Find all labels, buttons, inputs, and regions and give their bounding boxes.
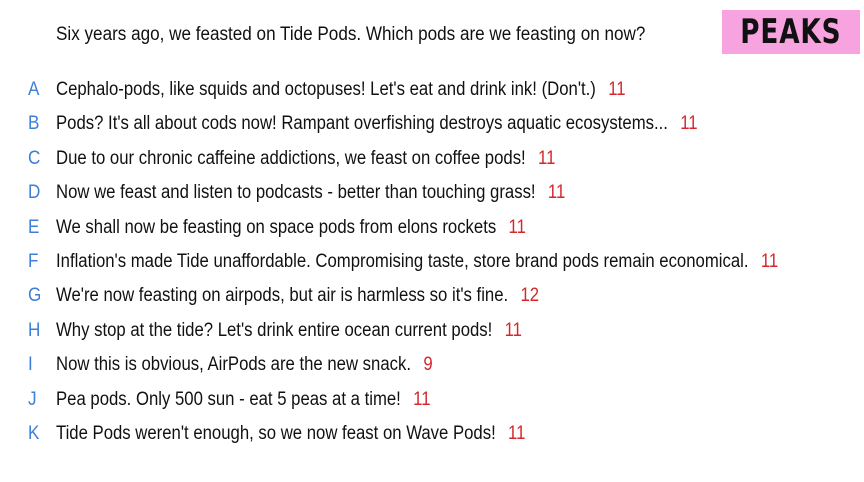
answer-line: Pea pods. Only 500 sun - eat 5 peas at a… — [56, 383, 431, 417]
answer-row[interactable]: A Cephalo-pods, like squids and octopuses… — [0, 73, 864, 107]
answer-count: 11 — [508, 422, 526, 444]
answer-count: 11 — [760, 250, 779, 272]
answer-row[interactable]: F Inflation's made Tide unaffordable. Com… — [0, 245, 864, 279]
answer-count: 11 — [680, 113, 698, 135]
answer-text: We're now feasting on airpods, but air i… — [56, 285, 509, 307]
answer-text: Due to our chronic caffeine addictions, … — [56, 147, 526, 169]
answer-text: Pea pods. Only 500 sun - eat 5 peas at a… — [56, 388, 401, 410]
answer-row[interactable]: I Now this is obvious, AirPods are the ne… — [0, 348, 864, 382]
answer-letter: I — [28, 354, 33, 376]
answer-count: 12 — [520, 285, 540, 307]
answer-letter: D — [28, 182, 41, 204]
answer-text: Tide Pods weren't enough, so we now feas… — [56, 422, 496, 444]
answer-letter: A — [28, 79, 40, 100]
answer-row[interactable]: J Pea pods. Only 500 sun - eat 5 peas at … — [0, 383, 864, 417]
answer-row[interactable]: H Why stop at the tide? Let's drink entir… — [0, 314, 864, 348]
answer-count: 11 — [504, 319, 522, 341]
answer-line: Cephalo-pods, like squids and octopuses!… — [56, 73, 626, 107]
answer-line: Why stop at the tide? Let's drink entire… — [56, 314, 522, 348]
answer-text: We shall now be feasting on space pods f… — [56, 216, 497, 238]
answer-line: Now this is obvious, AirPods are the new… — [56, 348, 433, 382]
answer-line: Inflation's made Tide unaffordable. Comp… — [56, 245, 778, 279]
answer-row[interactable]: E We shall now be feasting on space pods … — [0, 211, 864, 245]
answer-count: 11 — [508, 216, 526, 238]
answer-line: Tide Pods weren't enough, so we now feas… — [56, 417, 525, 451]
answer-count: 11 — [413, 388, 431, 410]
answer-text: Inflation's made Tide unaffordable. Comp… — [56, 250, 749, 272]
answer-row[interactable]: D Now we feast and listen to podcasts - b… — [0, 176, 864, 210]
answer-count: 11 — [547, 182, 566, 204]
answer-letter: E — [28, 216, 40, 238]
peaks-badge: PEAKS — [722, 10, 860, 54]
answer-text: Pods? It's all about cods now! Rampant o… — [56, 113, 668, 135]
answer-list: A Cephalo-pods, like squids and octopuses… — [0, 73, 864, 451]
answer-line: We're now feasting on airpods, but air i… — [56, 279, 539, 313]
answer-count: 11 — [608, 79, 626, 100]
answer-count: 9 — [423, 354, 433, 376]
peaks-badge-label: PEAKS — [740, 12, 842, 52]
answer-line: Due to our chronic caffeine addictions, … — [56, 142, 555, 176]
answer-line: Pods? It's all about cods now! Rampant o… — [56, 107, 698, 141]
answer-line: We shall now be feasting on space pods f… — [56, 211, 526, 245]
answer-row[interactable]: B Pods? It's all about cods now! Rampant … — [0, 107, 864, 141]
answer-line: Now we feast and listen to podcasts - be… — [56, 176, 565, 210]
answer-row[interactable]: C Due to our chronic caffeine addictions,… — [0, 142, 864, 176]
question-text: Six years ago, we feasted on Tide Pods. … — [56, 24, 646, 45]
answer-letter: F — [28, 250, 39, 272]
answer-letter: G — [28, 285, 42, 307]
answer-row[interactable]: G We're now feasting on airpods, but air … — [0, 279, 864, 313]
answer-text: Now this is obvious, AirPods are the new… — [56, 354, 412, 376]
answer-letter: K — [28, 422, 40, 444]
answer-count: 11 — [538, 147, 556, 169]
answer-text: Cephalo-pods, like squids and octopuses!… — [56, 79, 596, 100]
answer-text: Why stop at the tide? Let's drink entire… — [56, 319, 493, 341]
answer-letter: C — [28, 147, 41, 169]
answer-letter: H — [28, 319, 41, 341]
answer-row[interactable]: K Tide Pods weren't enough, so we now fea… — [0, 417, 864, 451]
answer-text: Now we feast and listen to podcasts - be… — [56, 182, 536, 204]
answer-letter: B — [28, 113, 40, 135]
answer-letter: J — [28, 388, 37, 410]
